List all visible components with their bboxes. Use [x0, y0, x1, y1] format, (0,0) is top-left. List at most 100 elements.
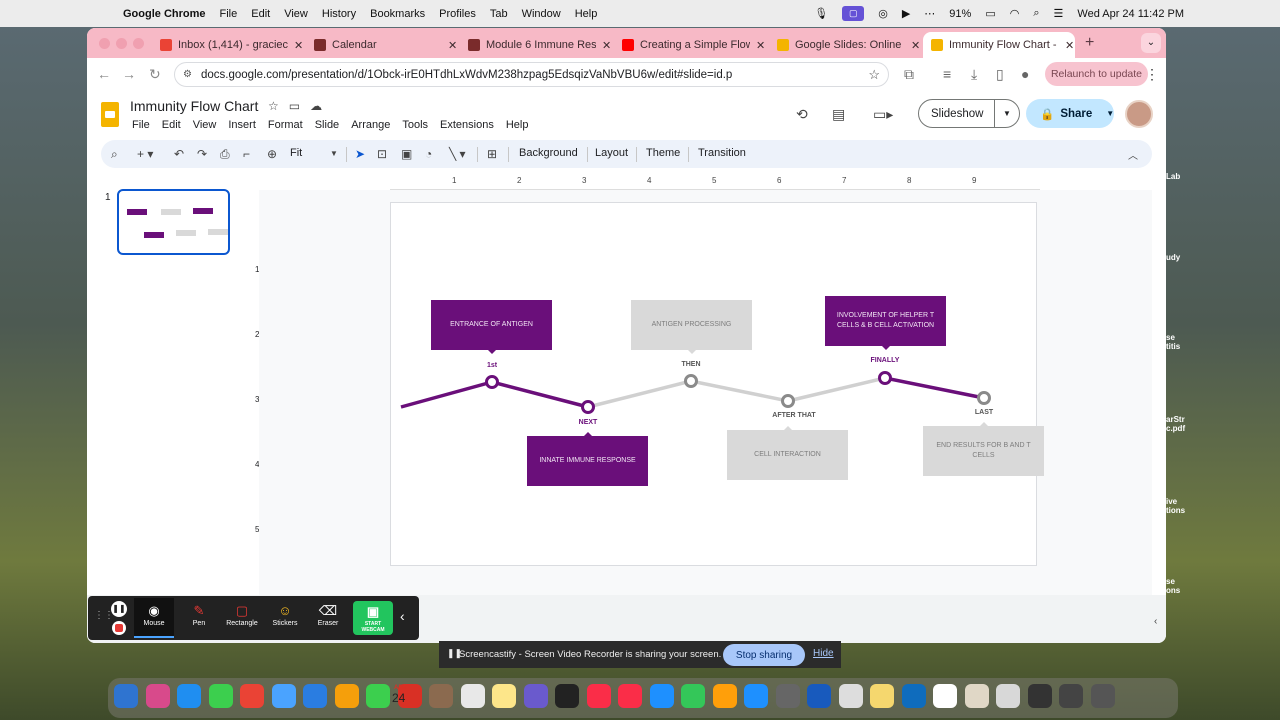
menubar-item-profiles[interactable]: Profiles [439, 8, 476, 20]
transition-button[interactable]: Transition [698, 147, 746, 159]
new-tab-button[interactable]: + [1085, 34, 1094, 52]
image-icon[interactable]: ▣ [401, 147, 412, 161]
download-icon[interactable]: ⤓ [971, 66, 977, 83]
flow-step-box[interactable]: CELL INTERACTION [727, 426, 848, 480]
docs-menu-arrange[interactable]: Arrange [351, 119, 390, 131]
menubar-app-name[interactable]: Google Chrome [123, 8, 206, 20]
stop-record-icon[interactable] [112, 621, 126, 635]
flow-step-box[interactable]: INNATE IMMUNE RESPONSE [527, 432, 648, 486]
reload-icon[interactable]: ↻ [149, 66, 161, 83]
address-bar[interactable]: ⚙ docs.google.com/presentation/d/1Obck-i… [174, 62, 889, 87]
flow-node[interactable] [781, 394, 795, 408]
zoom-dropdown-icon[interactable]: ▼ [330, 149, 338, 158]
dock-app-icon[interactable] [870, 684, 894, 708]
dock-app-icon[interactable] [145, 684, 170, 708]
dock-app-icon[interactable] [933, 684, 957, 708]
flow-node[interactable] [977, 391, 991, 405]
slideshow-button[interactable]: Slideshow ▼ [918, 99, 1020, 128]
new-slide-icon[interactable]: + ▾ [137, 147, 153, 161]
docs-menu-format[interactable]: Format [268, 119, 303, 131]
comment-add-icon[interactable]: ⊞ [487, 147, 497, 161]
dock-app-icon[interactable] [712, 684, 737, 708]
line-icon[interactable]: ╲ ▾ [449, 147, 466, 161]
dock-app-icon[interactable] [366, 684, 390, 708]
chrome-menu-icon[interactable]: ⋮ [1145, 66, 1159, 83]
close-tab-icon[interactable]: ✕ [911, 39, 920, 52]
menubar-item-window[interactable]: Window [522, 8, 561, 20]
dock-app-icon[interactable] [555, 684, 579, 708]
dock-app-icon[interactable] [1059, 684, 1083, 708]
close-tab-icon[interactable]: ✕ [448, 39, 457, 52]
desktop-file-label[interactable]: ive tions [1166, 497, 1190, 515]
screencastify-tool-rectangle[interactable]: ▢ Rectangle [222, 602, 262, 627]
shape-icon[interactable]: ◔ [425, 147, 432, 161]
relaunch-button[interactable]: Relaunch to update [1045, 62, 1148, 86]
window-controls[interactable] [99, 38, 144, 49]
dock-app-icon[interactable] [1090, 684, 1115, 708]
zoom-select[interactable]: Fit [290, 147, 302, 159]
browser-tab[interactable]: Calendar ✕ [306, 32, 458, 58]
docs-menu-tools[interactable]: Tools [402, 119, 428, 131]
desktop-file-label[interactable]: Lab [1166, 172, 1190, 181]
star-icon[interactable]: ☆ [268, 99, 279, 113]
menubar-item-view[interactable]: View [284, 8, 308, 20]
slide[interactable]: ENTRANCE OF ANTIGEN ANTIGEN PROCESSING INV… [390, 202, 1044, 566]
meet-icon[interactable]: ▭▸ [873, 106, 893, 123]
docs-menu-view[interactable]: View [193, 119, 217, 131]
screencastify-tool-mouse[interactable]: ◉ Mouse [134, 598, 174, 638]
select-cursor-icon[interactable]: ➤ [355, 147, 365, 161]
dock-app-icon[interactable] [964, 684, 989, 708]
dock-app-icon[interactable] [114, 684, 138, 708]
browser-tab[interactable]: Creating a Simple Flowc ✕ [614, 32, 766, 58]
screencastify-tool-eraser[interactable]: ⌫ Eraser [308, 602, 348, 627]
docs-menu-slide[interactable]: Slide [315, 119, 339, 131]
cloud-saved-icon[interactable]: ☁ [310, 99, 322, 113]
battery-icon[interactable]: ▭ [985, 7, 995, 20]
clock[interactable]: Wed Apr 24 11:42 PM [1077, 8, 1184, 20]
stop-sharing-button[interactable]: Stop sharing [723, 644, 805, 666]
slide-canvas[interactable]: ENTRANCE OF ANTIGEN ANTIGEN PROCESSING INV… [259, 190, 1152, 610]
dock-app-icon[interactable] [996, 684, 1020, 708]
desktop-file-label[interactable]: udy [1166, 253, 1190, 262]
dock-app-icon[interactable] [334, 684, 359, 708]
dock-app-icon[interactable] [523, 684, 548, 708]
share-dropdown-icon[interactable]: ▼ [1106, 109, 1114, 118]
dock-app-icon[interactable] [271, 684, 296, 708]
extensions-icon[interactable]: ⧉ [904, 66, 914, 83]
site-info-icon[interactable]: ⚙ [183, 69, 192, 80]
dock-app-icon[interactable] [492, 684, 516, 708]
flow-step-box[interactable]: INVOLVEMENT OF HELPER T CELLS & B CELL A… [825, 296, 946, 350]
zoom-icon[interactable]: ⊕ [267, 147, 277, 161]
menubar-item-bookmarks[interactable]: Bookmarks [370, 8, 425, 20]
screen-recorder-icon[interactable]: ▢ [842, 6, 865, 21]
docs-menu-edit[interactable]: Edit [162, 119, 181, 131]
screencastify-tool-webcam[interactable]: ▣ START WEBCAM [353, 601, 393, 635]
layout-button[interactable]: Layout [595, 147, 628, 159]
move-folder-icon[interactable]: ▭ [289, 99, 300, 113]
profile-icon[interactable]: ● [1021, 66, 1029, 82]
flow-node[interactable] [878, 371, 892, 385]
menubar-item-edit[interactable]: Edit [251, 8, 270, 20]
control-icon[interactable]: ⋯ [924, 7, 935, 20]
flow-node[interactable] [684, 374, 698, 388]
menubar-item-file[interactable]: File [220, 8, 238, 20]
close-tab-icon[interactable]: ✕ [602, 39, 611, 52]
avatar[interactable] [1125, 100, 1153, 128]
dock-app-icon[interactable] [618, 684, 642, 708]
dock-app-icon[interactable] [460, 684, 485, 708]
docs-menu-help[interactable]: Help [506, 119, 529, 131]
collapse-toolbar-icon[interactable]: ︿ [1128, 147, 1138, 162]
search-icon[interactable]: ⌕ [1033, 7, 1039, 20]
docs-menu-extensions[interactable]: Extensions [440, 119, 494, 131]
collapse-panel-icon[interactable]: ‹ [1154, 616, 1157, 627]
sidepanel-icon[interactable]: ▯ [996, 66, 1004, 83]
browser-tab[interactable]: Inbox (1,414) - graciecia ✕ [152, 32, 304, 58]
desktop-file-label[interactable]: se ons [1166, 577, 1190, 595]
wifi-icon[interactable]: ◠ [1010, 7, 1020, 20]
browser-tab[interactable]: Google Slides: Online Sl ✕ [769, 32, 921, 58]
text-box-icon[interactable]: ⊡ [377, 147, 387, 161]
control-center-icon[interactable]: ☰ [1054, 7, 1064, 20]
dock-app-icon[interactable] [240, 684, 264, 708]
theme-button[interactable]: Theme [646, 147, 680, 159]
redo-icon[interactable]: ↷ [197, 147, 207, 161]
